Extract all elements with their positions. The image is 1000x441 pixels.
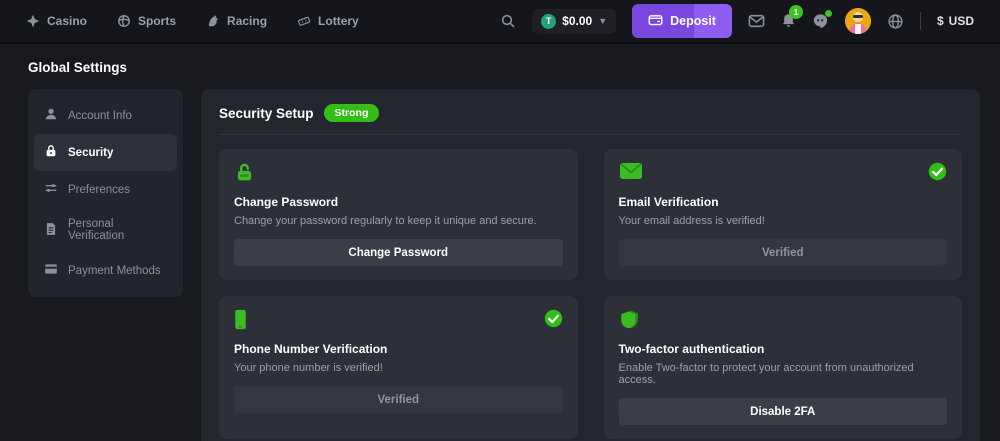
document-icon	[44, 222, 58, 239]
green-lock-icon	[234, 162, 255, 188]
nav-label: Racing	[227, 14, 267, 28]
nav-item-racing[interactable]: Racing	[206, 14, 267, 28]
deposit-label: Deposit	[670, 14, 716, 28]
email-verified-button[interactable]: Verified	[619, 239, 948, 266]
sidebar-item-preferences[interactable]: Preferences	[34, 171, 177, 208]
two-factor-shield-icon	[619, 309, 641, 335]
credit-card-icon	[44, 262, 58, 279]
card-title: Two-factor authentication	[619, 342, 948, 356]
email-verification-card: Email Verification Your email address is…	[604, 149, 963, 280]
settings-sidebar: Account Info Security Preferences Person…	[28, 89, 183, 297]
wallet-icon	[648, 13, 663, 29]
top-navigation-bar: Casino Sports Racing Lottery T $0.00	[0, 0, 1000, 44]
lottery-ticket-icon	[297, 14, 311, 28]
deposit-button[interactable]: Deposit	[632, 4, 732, 38]
topbar-divider	[920, 12, 921, 30]
chevron-down-icon: ▼	[598, 16, 607, 26]
verified-check-icon	[544, 309, 563, 333]
user-avatar[interactable]	[845, 8, 871, 34]
sliders-icon	[44, 181, 58, 198]
chat-icon[interactable]	[812, 13, 829, 29]
nav-label: Casino	[47, 14, 87, 28]
panel-title: Security Setup	[219, 106, 314, 121]
sidebar-item-payment-methods[interactable]: Payment Methods	[34, 252, 177, 289]
person-icon	[44, 107, 58, 124]
sidebar-item-personal-verification[interactable]: Personal Verification	[34, 208, 177, 252]
language-globe-icon[interactable]	[887, 13, 904, 30]
page-title: Global Settings	[28, 60, 980, 75]
sidebar-item-label: Preferences	[68, 184, 130, 196]
balance-amount: $0.00	[562, 14, 592, 28]
security-setup-panel: Security Setup Strong Change Password Ch…	[201, 89, 980, 441]
disable-2fa-button[interactable]: Disable 2FA	[619, 398, 948, 425]
notifications-bell-icon[interactable]: 1	[781, 13, 796, 29]
verified-check-icon	[928, 162, 947, 186]
green-envelope-icon	[619, 162, 643, 185]
mail-icon[interactable]	[748, 14, 765, 28]
currency-selector[interactable]: $ USD	[937, 14, 974, 28]
settings-page: Global Settings Account Info Security Pr	[0, 44, 1000, 441]
nav-label: Lottery	[318, 14, 359, 28]
sports-icon	[117, 14, 131, 28]
change-password-button[interactable]: Change Password	[234, 239, 563, 266]
phone-verification-card: Phone Number Verification Your phone num…	[219, 296, 578, 439]
casino-icon	[26, 14, 40, 28]
card-title: Change Password	[234, 195, 563, 209]
primary-nav: Casino Sports Racing Lottery	[26, 14, 359, 28]
nav-item-lottery[interactable]: Lottery	[297, 14, 359, 28]
search-icon[interactable]	[500, 13, 516, 29]
currency-symbol: $	[937, 14, 944, 28]
nav-label: Sports	[138, 14, 176, 28]
sidebar-item-label: Account Info	[68, 110, 132, 122]
card-description: Change your password regularly to keep i…	[234, 215, 563, 227]
sidebar-item-account-info[interactable]: Account Info	[34, 97, 177, 134]
sidebar-item-label: Personal Verification	[68, 218, 167, 242]
lock-icon	[44, 144, 58, 161]
nav-item-sports[interactable]: Sports	[117, 14, 176, 28]
notification-count-badge: 1	[789, 5, 803, 19]
nav-item-casino[interactable]: Casino	[26, 14, 87, 28]
currency-code: USD	[949, 14, 974, 28]
topbar-right-cluster: T $0.00 ▼ Deposit 1 $	[500, 4, 974, 38]
two-factor-card: Two-factor authentication Enable Two-fac…	[604, 296, 963, 439]
panel-divider	[219, 134, 962, 135]
chat-online-dot	[825, 10, 832, 17]
card-description: Enable Two-factor to protect your accoun…	[619, 362, 948, 386]
phone-verified-button[interactable]: Verified	[234, 386, 563, 413]
sidebar-item-label: Security	[68, 147, 113, 159]
card-description: Your email address is verified!	[619, 215, 948, 227]
card-title: Email Verification	[619, 195, 948, 209]
racing-horse-icon	[206, 14, 220, 28]
sidebar-item-label: Payment Methods	[68, 265, 161, 277]
card-title: Phone Number Verification	[234, 342, 563, 356]
sidebar-item-security[interactable]: Security	[34, 134, 177, 171]
card-description: Your phone number is verified!	[234, 362, 563, 374]
security-strength-badge: Strong	[324, 104, 380, 122]
green-phone-icon	[234, 309, 247, 335]
tether-coin-icon: T	[541, 14, 556, 29]
wallet-balance-selector[interactable]: T $0.00 ▼	[532, 9, 616, 34]
change-password-card: Change Password Change your password reg…	[219, 149, 578, 280]
